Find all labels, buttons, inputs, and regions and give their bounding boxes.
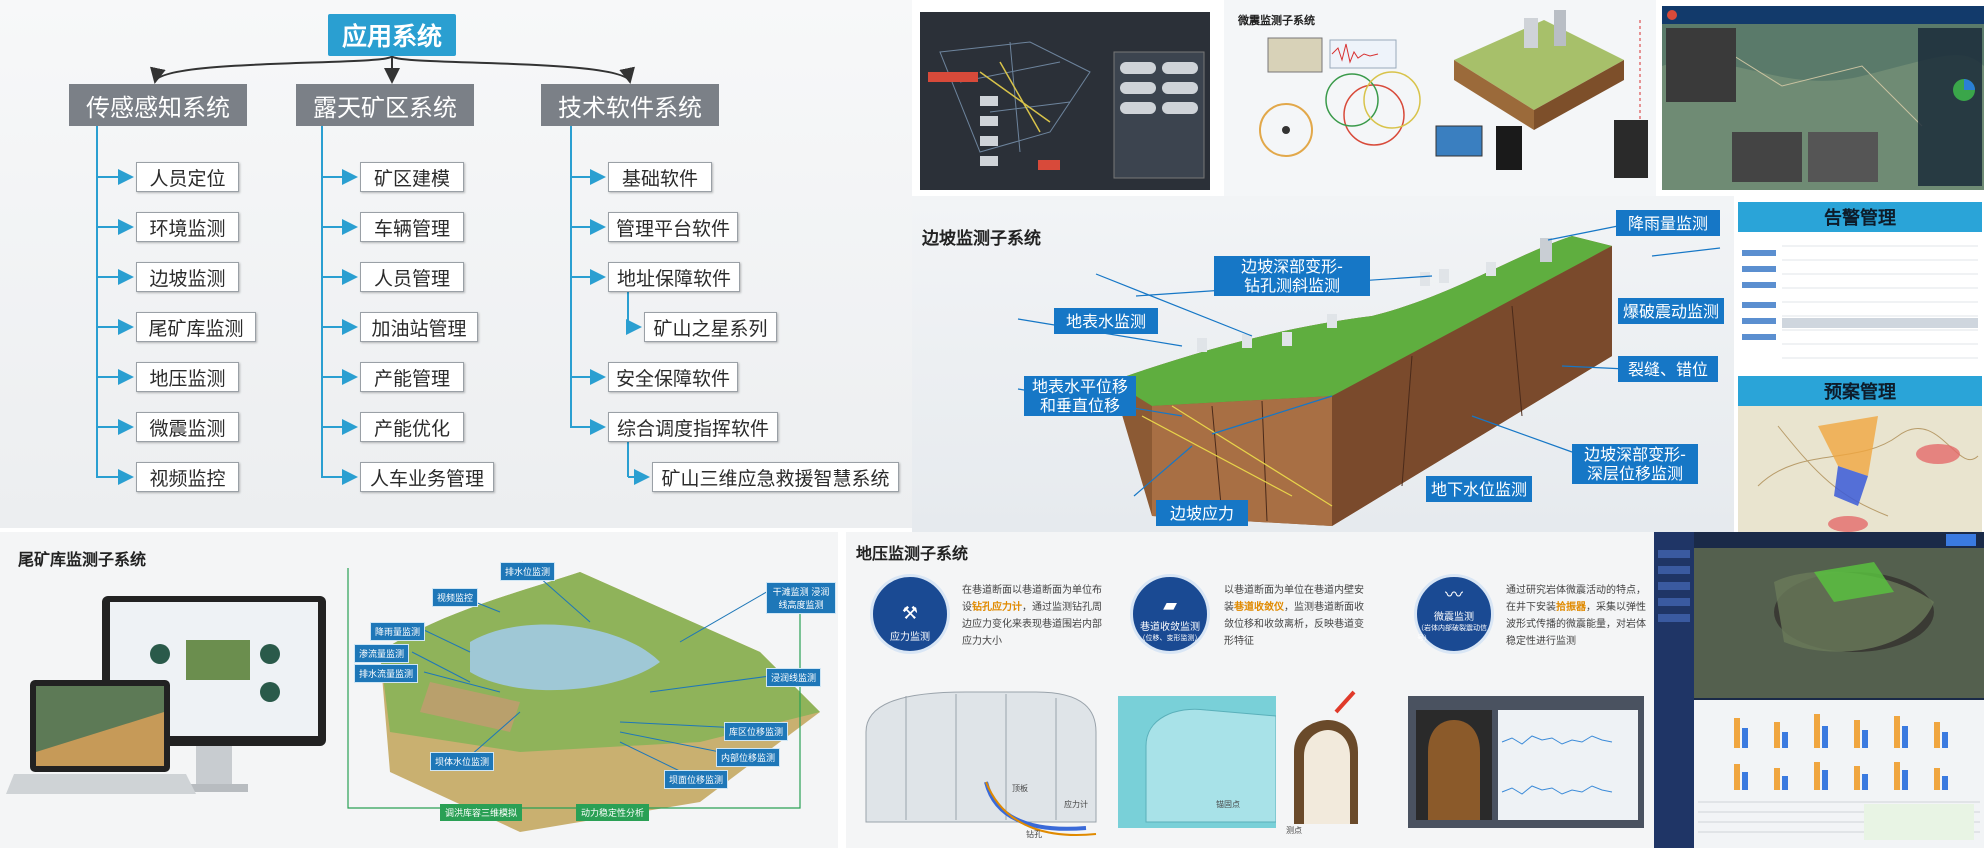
tailings-tag-12: 动力稳定性分析 xyxy=(576,804,650,821)
tag-deep-inclinometer-line1: 边坡深部变形- xyxy=(1241,257,1343,276)
conv-desc-highlight: 巷道收敛仪 xyxy=(1234,602,1284,613)
tailings-panel: 尾矿库监测子系统 排水位监测 视频监控 干滩监测 浸润线高度监测 降雨量监测 渗… xyxy=(0,532,838,848)
tag-deep-layer-displacement: 边坡深部变形- 深层位移监测 xyxy=(1572,444,1698,484)
leaf-mine-star-series: 矿山之星系列 xyxy=(644,312,777,342)
leaf-video-surveillance: 视频监控 xyxy=(136,462,239,492)
tunnel-label-roof: 顶板 xyxy=(1012,784,1028,793)
stress-desc-highlight: 钻孔应力计 xyxy=(972,602,1022,613)
plan-title: 预案管理 xyxy=(1738,376,1982,406)
tailings-tag-1: 视频监控 xyxy=(432,588,479,607)
leaf-geology-software: 地址保障软件 xyxy=(608,262,740,292)
tag-rainfall: 降雨量监测 xyxy=(1616,210,1720,236)
tailings-tag-8: 内部位移监测 xyxy=(716,748,781,767)
tag-deep-layer-line2: 深层位移监测 xyxy=(1586,464,1683,483)
tailings-tag-11: 调洪库容三维模拟 xyxy=(440,804,523,821)
category-sensing: 传感感知系统 xyxy=(69,84,247,126)
dashboard-graphic xyxy=(1654,532,1984,848)
tunnel-label-stress-gauge: 应力计 xyxy=(1064,800,1088,809)
tunnel-label-measure-point: 测点 xyxy=(1286,826,1302,835)
microseismic-monitoring-sub: （岩体内部破裂震动信号） xyxy=(1417,624,1487,642)
leaf-basic-software: 基础软件 xyxy=(608,162,712,192)
leaf-personnel-location: 人员定位 xyxy=(136,162,239,192)
leaf-environment-monitoring: 环境监测 xyxy=(136,212,239,242)
tag-surface-displacement-line2: 和垂直位移 xyxy=(1039,396,1120,415)
command-platform-graphic xyxy=(1662,6,1984,190)
convergence-monitoring-label: 巷道收敛监测 xyxy=(1140,622,1200,633)
convergence-monitoring-desc: 以巷道断面为单位在巷道内壁安装巷道收敛仪，监测巷道断面收敛位移和收敛离析，反映巷… xyxy=(1224,582,1364,650)
dashboard-screenshot xyxy=(1654,532,1984,848)
leaf-capacity-optimization: 产能优化 xyxy=(360,412,464,442)
stress-monitoring-icon: ⚒ 应力监测 xyxy=(870,574,950,654)
alarm-table-graphic xyxy=(1738,232,1982,374)
leaf-slope-monitoring: 边坡监测 xyxy=(136,262,239,292)
tailings-tag-6: 浸润线监测 xyxy=(766,668,822,687)
micro-desc-highlight: 拾振器 xyxy=(1556,602,1586,613)
tailings-graphic xyxy=(6,561,820,832)
leaf-safety-software: 安全保障软件 xyxy=(608,362,738,392)
leaf-personnel-management: 人员管理 xyxy=(360,262,464,292)
leaf-3d-emergency-system: 矿山三维应急救援智慧系统 xyxy=(652,462,899,492)
microseismic-monitoring-desc: 通过研究岩体微震活动的特点，在井下安装拾振器，采集以弹性波形式传播的微震能量，对… xyxy=(1506,582,1646,650)
convergence-monitoring-icon: ▰ 巷道收敛监测 （位移、变形监测） xyxy=(1130,574,1210,654)
leaf-mine-modeling: 矿区建模 xyxy=(360,162,464,192)
mine-wireframe-graphic xyxy=(920,12,1210,190)
tag-surface-displacement-line1: 地表水平位移 xyxy=(1031,377,1128,396)
microseismic-monitoring-label: 微震监测 xyxy=(1434,612,1474,623)
pressure-graphics xyxy=(865,690,1644,837)
tag-blast-vibration: 爆破震动监测 xyxy=(1618,298,1724,324)
command-platform-screenshot xyxy=(1662,6,1984,190)
category-open-pit: 露天矿区系统 xyxy=(296,84,474,126)
tag-surface-displacement: 地表水平位移 和垂直位移 xyxy=(1024,376,1136,416)
leaf-ground-pressure: 地压监测 xyxy=(136,362,239,392)
tailings-tag-0: 排水位监测 xyxy=(500,562,556,581)
leaf-vehicle-personnel-business: 人车业务管理 xyxy=(360,462,494,492)
microseismic-monitoring-icon: 〰 微震监测 （岩体内部破裂震动信号） xyxy=(1414,574,1494,654)
convergence-monitoring-sub: （位移、变形监测） xyxy=(1138,634,1202,642)
tag-slope-stress: 边坡应力 xyxy=(1156,500,1248,526)
leaf-tailings-monitoring: 尾矿库监测 xyxy=(136,312,256,342)
slope-panel: 边坡监测子系统 降雨量监测 边坡深部变形- 钻孔测斜监测 地表水监测 爆破震动监… xyxy=(912,196,1734,532)
tag-surface-water: 地表水监测 xyxy=(1054,308,1158,334)
microseism-graphic xyxy=(1259,10,1648,178)
pressure-title: 地压监测子系统 xyxy=(856,544,969,563)
tag-deep-inclinometer-line2: 钻孔测斜监测 xyxy=(1243,276,1340,295)
tailings-tag-2: 干滩监测 浸润线高度监测 xyxy=(766,582,836,614)
plan-map-graphic xyxy=(1738,406,1982,532)
stress-monitoring-label: 应力监测 xyxy=(890,632,930,643)
leaf-dispatch-software: 综合调度指挥软件 xyxy=(608,412,778,442)
leaf-management-platform: 管理平台软件 xyxy=(608,212,738,242)
root-node: 应用系统 xyxy=(328,14,456,56)
tunnel-label-borehole: 钻孔 xyxy=(1026,830,1042,839)
tailings-tag-9: 坝体水位监测 xyxy=(430,752,495,771)
tag-deep-inclinometer: 边坡深部变形- 钻孔测斜监测 xyxy=(1214,256,1370,296)
tag-deep-layer-line1: 边坡深部变形- xyxy=(1584,445,1686,464)
tunnel-label-anchor: 锚固点 xyxy=(1216,800,1240,809)
tag-crack: 裂缝、错位 xyxy=(1618,356,1718,382)
tag-groundwater: 地下水位监测 xyxy=(1426,476,1532,502)
application-system-tree: 应用系统 传感感知系统 露天矿区系统 技术软件系统 人员定位 环境监测 边坡监测… xyxy=(0,0,912,528)
tailings-tag-7: 库区位移监测 xyxy=(724,722,789,741)
alarm-management-panel: 告警管理 xyxy=(1738,202,1982,374)
tailings-tag-4: 渗流量监测 xyxy=(354,644,410,663)
leaf-microseismic: 微震监测 xyxy=(136,412,239,442)
category-software: 技术软件系统 xyxy=(541,84,719,126)
tailings-tag-5: 排水流量监测 xyxy=(354,664,419,683)
leaf-capacity-management: 产能管理 xyxy=(360,362,464,392)
tailings-tag-3: 降雨量监测 xyxy=(370,622,426,641)
ground-pressure-panel: 地压监测子系统 ⚒ 应力监测 在巷道断面以巷道断面为单位布设钻孔应力计，通过监测… xyxy=(846,532,1654,848)
plan-management-panel: 预案管理 xyxy=(1738,376,1982,532)
stress-monitoring-desc: 在巷道断面以巷道断面为单位布设钻孔应力计，通过监测钻孔周边应力变化来表现巷道围岩… xyxy=(962,582,1102,650)
leaf-vehicle-management: 车辆管理 xyxy=(360,212,464,242)
tailings-tag-10: 坝面位移监测 xyxy=(664,770,729,789)
leaf-fuel-station: 加油站管理 xyxy=(360,312,478,342)
software-screenshot-3d-mine xyxy=(920,12,1210,190)
microseism-panel: 微震监测子系统 xyxy=(1224,0,1656,196)
microseism-title: 微震监测子系统 xyxy=(1238,14,1315,27)
alarm-title: 告警管理 xyxy=(1738,202,1982,232)
